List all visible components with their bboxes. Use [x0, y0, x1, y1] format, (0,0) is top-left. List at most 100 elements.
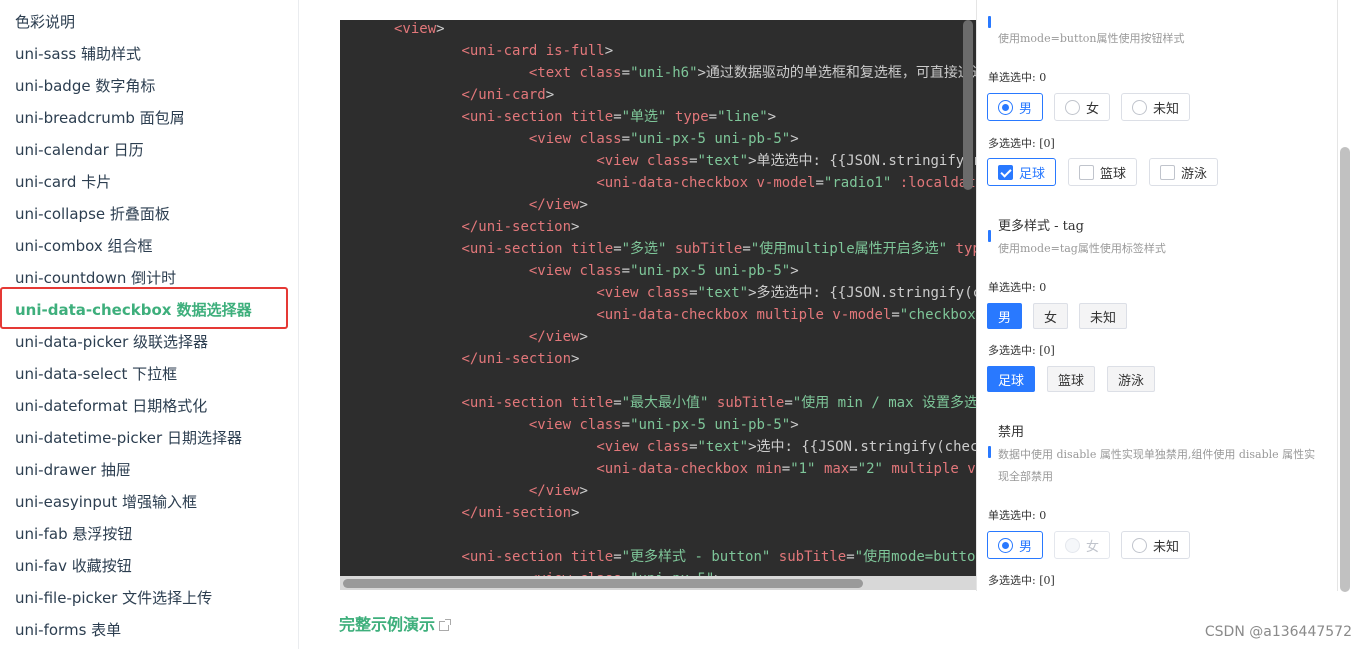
code-token: "最大最小值"	[621, 395, 709, 411]
radio-icon	[998, 537, 1013, 553]
sidebar-item-uni-data-checkbox[interactable]: uni-data-checkbox 数据选择器	[15, 296, 252, 324]
tag-radio-option-female[interactable]: 女	[1033, 303, 1069, 329]
sidebar-item-uni-drawer[interactable]: uni-drawer 抽屉	[15, 456, 131, 484]
code-token: =	[689, 285, 698, 301]
code-token: multiple	[756, 307, 824, 323]
code-token: title	[571, 549, 614, 565]
code-token: class	[579, 263, 622, 279]
code-line: </view>	[529, 326, 588, 348]
code-token: >选中: {{JSON.stringify(checkbox6)}}</	[748, 439, 976, 455]
tag-checkbox-option-football[interactable]: 足球	[987, 366, 1036, 392]
code-token: title	[571, 395, 614, 411]
sidebar: 色彩说明 uni-sass 辅助样式 uni-badge 数字角标 uni-br…	[0, 0, 299, 649]
code-vertical-scrollbar[interactable]	[963, 20, 973, 190]
sidebar-item-uni-fab[interactable]: uni-fab 悬浮按钮	[15, 520, 132, 548]
button-radio-option-female[interactable]: 女	[1054, 93, 1111, 121]
code-token: "2"	[857, 461, 883, 477]
code-token: =	[621, 65, 631, 81]
radio-selected-label: 单选选中: 0	[988, 71, 1047, 84]
tag-checkbox-option-basketball[interactable]: 篮球	[1047, 366, 1096, 392]
code-block[interactable]: <view> <uni-card is-full> <text class="uni…	[340, 20, 976, 590]
code-line: <uni-data-checkbox min="1" max="2" multi…	[596, 458, 976, 480]
sidebar-item-uni-fav[interactable]: uni-fav 收藏按钮	[15, 552, 132, 580]
code-horizontal-scroll-thumb[interactable]	[343, 579, 863, 588]
sidebar-item-uni-easyinput[interactable]: uni-easyinput 增强输入框	[15, 488, 197, 516]
full-demo-link[interactable]: 完整示例演示	[339, 611, 452, 635]
sidebar-item-uni-collapse[interactable]: uni-collapse 折叠面板	[15, 200, 170, 228]
page: 色彩说明 uni-sass 辅助样式 uni-badge 数字角标 uni-br…	[0, 0, 1366, 649]
disabled-radio-option-male[interactable]: 男	[987, 531, 1044, 559]
section-subtitle-button: 使用mode=button属性使用按钮样式	[998, 32, 1185, 45]
section-subtitle-tag: 使用mode=tag属性使用标签样式	[998, 242, 1166, 255]
code-token: subTitle	[674, 241, 743, 257]
preview-vertical-scrollbar[interactable]	[1340, 147, 1350, 592]
button-checkbox-option-basketball[interactable]: 篮球	[1068, 158, 1138, 186]
code-token: class	[646, 439, 690, 455]
code-token: >	[790, 417, 799, 433]
checkbox-icon	[1160, 164, 1175, 180]
code-token: =	[621, 417, 631, 433]
sidebar-item-uni-breadcrumb[interactable]: uni-breadcrumb 面包屑	[15, 104, 185, 132]
code-token: title	[571, 109, 614, 125]
sidebar-item-uni-file-picker[interactable]: uni-file-picker 文件选择上传	[15, 584, 212, 612]
code-token: =	[742, 241, 751, 257]
code-token: =	[613, 395, 622, 411]
sidebar-item-uni-forms[interactable]: uni-forms 表单	[15, 616, 121, 644]
button-radio-option-male[interactable]: 男	[987, 93, 1044, 121]
code-token: subTitle	[716, 395, 785, 411]
code-line: <uni-data-checkbox v-model="radio1" :loc…	[596, 172, 976, 194]
code-token: "text"	[697, 285, 749, 301]
sidebar-item-uni-card[interactable]: uni-card 卡片	[15, 168, 111, 196]
sidebar-item-uni-combox[interactable]: uni-combox 组合框	[15, 232, 153, 260]
section-subtitle-disabled-line1: 数据中使用 disable 属性实现单独禁用,组件使用 disable 属性实	[998, 448, 1316, 461]
tag-radio-option-unknown[interactable]: 未知	[1079, 303, 1128, 329]
code-token: "uni-px-5 uni-pb-5"	[630, 417, 791, 433]
section-title-tag: 更多样式 - tag	[998, 219, 1084, 234]
code-line: <view class="uni-px-5 uni-pb-5">	[529, 414, 799, 436]
sidebar-item-color[interactable]: 色彩说明	[15, 8, 75, 36]
sidebar-item-uni-data-picker[interactable]: uni-data-picker 级联选择器	[15, 328, 208, 356]
code-token: "text"	[697, 439, 749, 455]
sidebar-item-uni-data-select[interactable]: uni-data-select 下拉框	[15, 360, 177, 388]
code-token: =	[689, 153, 698, 169]
code-horizontal-scrollbar[interactable]	[340, 576, 976, 590]
sidebar-item-uni-dateformat[interactable]: uni-dateformat 日期格式化	[15, 392, 207, 420]
code-token: =	[784, 395, 793, 411]
code-token: <view	[528, 417, 572, 433]
code-line: </uni-section>	[461, 216, 579, 238]
code-token: >	[790, 131, 799, 147]
sidebar-item-uni-badge[interactable]: uni-badge 数字角标	[15, 72, 155, 100]
button-checkbox-option-football[interactable]: 足球	[987, 158, 1057, 186]
code-token: <text	[528, 65, 572, 81]
tag-radio-option-male[interactable]: 男	[987, 303, 1023, 329]
code-token: <uni-data-checkbox	[596, 461, 749, 477]
tag-checkbox-option-swimming[interactable]: 游泳	[1107, 366, 1156, 392]
code-token: </view	[528, 329, 580, 345]
code-token: =	[781, 461, 791, 477]
code-token: "text"	[697, 153, 749, 169]
code-token: "使用mode=button属	[854, 549, 976, 565]
code-token: >多选选中: {{JSON.stringify(checkbox1)}}	[748, 285, 976, 301]
sidebar-item-uni-datetime-picker[interactable]: uni-datetime-picker 日期选择器	[15, 424, 242, 452]
code-token: max	[823, 461, 850, 477]
button-radio-option-unknown[interactable]: 未知	[1121, 93, 1191, 121]
code-token: "1"	[790, 461, 816, 477]
code-token: =	[613, 109, 622, 125]
sidebar-item-uni-sass[interactable]: uni-sass 辅助样式	[15, 40, 141, 68]
button-checkbox-option-swimming[interactable]: 游泳	[1149, 158, 1219, 186]
code-line: <view>	[394, 20, 445, 40]
code-token: <uni-section	[461, 395, 563, 411]
sidebar-item-uni-countdown[interactable]: uni-countdown 倒计时	[15, 264, 176, 292]
disabled-radio-option-unknown[interactable]: 未知	[1121, 531, 1191, 559]
code-token: <uni-data-checkbox	[596, 307, 749, 323]
code-token: </view	[528, 197, 580, 213]
code-token: >	[571, 351, 580, 367]
sidebar-item-uni-calendar[interactable]: uni-calendar 日历	[15, 136, 144, 164]
